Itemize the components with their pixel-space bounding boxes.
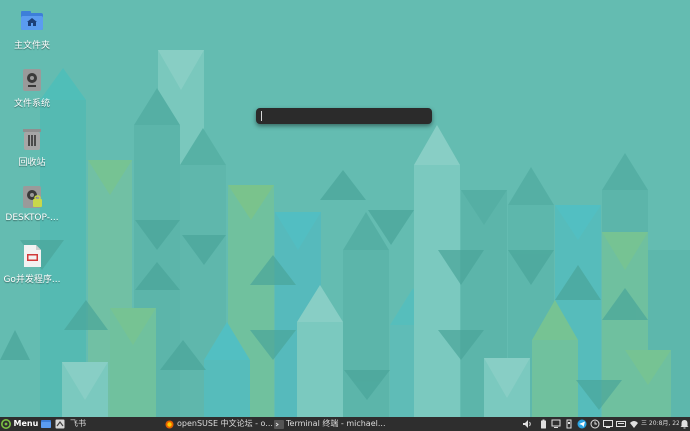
menu-logo-icon <box>1 418 11 429</box>
desktop-icon-label: 文件系统 <box>13 99 50 109</box>
run-dialog[interactable] <box>256 108 432 124</box>
home-folder-icon <box>20 10 44 34</box>
pdf-file-icon <box>20 244 44 268</box>
desktop-icon-label: Go并发程序... <box>3 275 61 285</box>
speaker-icon[interactable] <box>522 419 532 429</box>
desktop-icon-pdf[interactable]: Go并发程序... <box>2 244 62 285</box>
battery-icon[interactable] <box>538 419 548 429</box>
task-window-firefox[interactable]: openSUSE 中文论坛 - o... <box>163 418 281 430</box>
desktop-icon-label: 回收站 <box>18 158 46 168</box>
trash-icon <box>20 127 44 151</box>
text-cursor <box>261 111 262 121</box>
notification-bell-icon[interactable] <box>680 419 690 429</box>
drive-icon <box>20 68 44 92</box>
menu-button[interactable]: Menu <box>1 417 39 431</box>
pinned-app-label: 飞书 <box>70 419 86 428</box>
telegram-icon[interactable] <box>577 419 587 429</box>
usb-icon[interactable] <box>564 419 574 429</box>
task-window-label: openSUSE 中文论坛 - o... <box>177 419 273 428</box>
clock-tray-icon[interactable] <box>590 419 600 429</box>
wallpaper-pattern <box>0 50 690 417</box>
taskbar: Menu 飞书 openSUSE 中文论坛 - o... Terminal 终端… <box>0 417 690 431</box>
pinned-app-feishu[interactable]: 飞书 <box>70 417 92 431</box>
terminal-icon <box>274 420 284 430</box>
keyboard-icon[interactable] <box>616 419 626 429</box>
desktop-icon-trash[interactable]: 回收站 <box>2 127 62 168</box>
launcher-file-manager[interactable] <box>41 417 51 431</box>
task-window-terminal[interactable]: Terminal 终端 - michael... <box>272 418 396 430</box>
file-manager-icon <box>41 419 51 428</box>
firefox-icon <box>165 420 174 430</box>
menu-label: Menu <box>13 419 39 428</box>
desktop-icon-home[interactable]: 主文件夹 <box>2 10 62 51</box>
desktop-icon-label: 主文件夹 <box>13 41 50 51</box>
desktop-icon-network-drive[interactable]: DESKTOP-... <box>2 185 62 223</box>
desktop-wallpaper <box>0 0 690 417</box>
app-icon <box>55 419 65 428</box>
wifi-icon[interactable] <box>629 419 639 429</box>
launcher-app[interactable] <box>55 417 65 431</box>
clock-datetime[interactable]: 三 20:8月, 22:38 <box>641 417 679 431</box>
desktop-icon-filesystem[interactable]: 文件系统 <box>2 68 62 109</box>
network-drive-icon <box>20 185 44 209</box>
desktop-icon-label: DESKTOP-... <box>5 213 59 223</box>
display-icon[interactable] <box>603 419 613 429</box>
network-icon[interactable] <box>551 419 561 429</box>
task-window-label: Terminal 终端 - michael... <box>286 419 386 428</box>
